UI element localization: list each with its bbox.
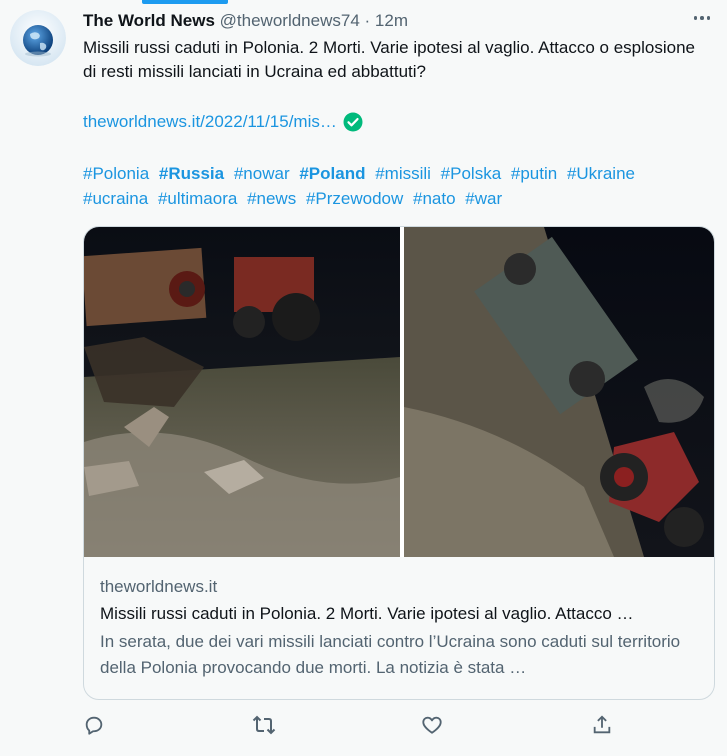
hashtag[interactable]: #Polska [441, 164, 501, 183]
hashtag[interactable]: #news [247, 189, 296, 208]
hashtag[interactable]: #ucraina [83, 189, 148, 208]
like-button[interactable] [421, 714, 443, 736]
tweet-actions [83, 714, 643, 738]
card-description: In serata, due dei vari missili lanciati… [100, 632, 681, 677]
tweet-header: The World News @theworldnews74 · 12m [83, 10, 727, 32]
hashtag[interactable]: #missili [375, 164, 431, 183]
hashtag[interactable]: #Ukraine [567, 164, 635, 183]
author-name[interactable]: The World News [83, 11, 215, 30]
link-preview-card[interactable]: theworldnews.it Missili russi caduti in … [83, 226, 715, 700]
card-domain: theworldnews.it [100, 577, 218, 596]
separator-dot: · [364, 11, 371, 30]
hashtag[interactable]: #Przewodow [306, 189, 403, 208]
tweet-body: Missili russi caduti in Polonia. 2 Morti… [83, 38, 695, 81]
card-title: Missili russi caduti in Polonia. 2 Morti… [100, 604, 634, 623]
tweet-link-row: theworldnews.it/2022/11/15/mis… [83, 110, 363, 134]
hashtag[interactable]: #Polonia [83, 164, 149, 183]
more-options-icon[interactable] [689, 8, 715, 28]
tweet-text: Missili russi caduti in Polonia. 2 Morti… [83, 36, 703, 84]
hashtag[interactable]: #nato [413, 189, 456, 208]
heart-icon [422, 716, 442, 734]
timestamp[interactable]: 12m [375, 11, 408, 30]
hashtag[interactable]: #Russia [159, 164, 224, 183]
author-handle[interactable]: @theworldnews74 [220, 11, 360, 30]
article-link[interactable]: theworldnews.it/2022/11/15/mis… [83, 110, 337, 134]
hashtag[interactable]: #war [465, 189, 502, 208]
hashtag[interactable]: #putin [511, 164, 557, 183]
article-image[interactable] [84, 227, 714, 557]
share-button[interactable] [591, 714, 613, 736]
reply-icon [85, 716, 103, 735]
hashtag[interactable]: #ultimaora [158, 189, 237, 208]
retweet-button[interactable] [252, 714, 276, 736]
card-meta: theworldnews.it Missili russi caduti in … [100, 575, 700, 681]
hashtag[interactable]: #nowar [234, 164, 290, 183]
avatar[interactable] [10, 10, 66, 66]
share-icon [593, 715, 611, 734]
tweet[interactable]: The World News @theworldnews74 · 12m Mis… [0, 0, 727, 756]
globe-logo [10, 10, 66, 66]
verified-check-icon [343, 112, 363, 132]
retweet-icon [252, 715, 276, 735]
news-photo-collage [84, 227, 714, 557]
hashtag[interactable]: #Poland [299, 164, 365, 183]
hashtag-list: #Polonia #Russia #nowar #Poland #missili… [83, 161, 703, 211]
reply-button[interactable] [83, 714, 105, 736]
